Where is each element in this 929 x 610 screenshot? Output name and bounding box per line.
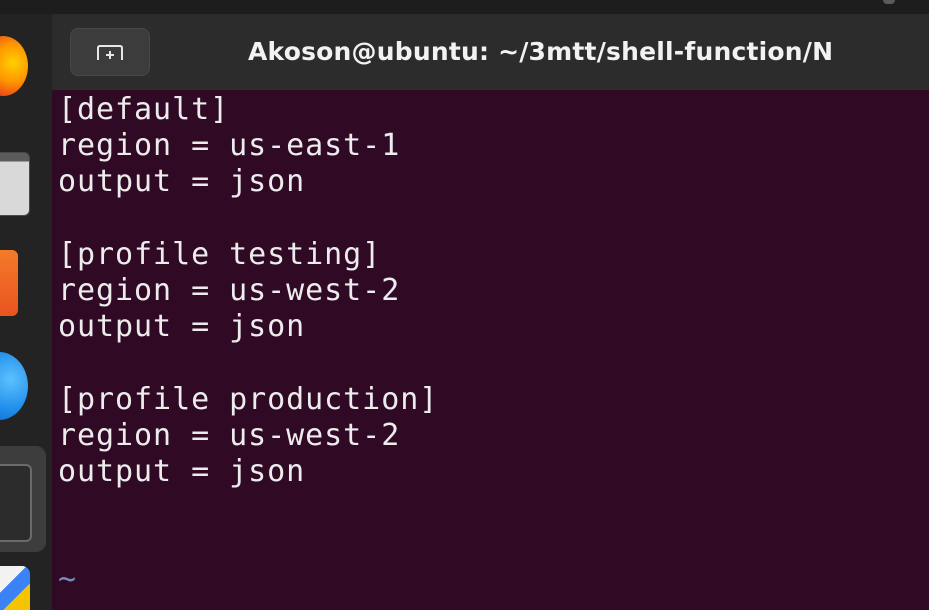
terminal-line: region = us-west-2 [58,272,401,308]
terminal-line: output = json [58,164,306,200]
new-tab-icon [97,45,123,60]
window-title: Akoson@ubuntu: ~/3mtt/shell-function/N [248,37,834,66]
desktop-screen: Akoson@ubuntu: ~/3mtt/shell-function/N [… [0,0,929,610]
firefox-icon[interactable] [0,36,28,96]
status-indicator-icon[interactable] [883,0,895,4]
dock [0,14,52,610]
terminal-line: [default] [58,92,230,127]
terminal-line: [profile testing] [58,236,382,272]
terminal-line: [profile production] [58,381,439,417]
software-icon[interactable] [0,250,18,316]
top-panel [0,0,929,14]
terminal-content[interactable]: [default] region = us-east-1 output = json… [52,90,929,610]
terminal-icon[interactable] [0,464,32,542]
terminal-line: output = json [58,453,306,489]
terminal-titlebar[interactable]: Akoson@ubuntu: ~/3mtt/shell-function/N [52,14,929,91]
terminal-line: region = us-east-1 [58,128,401,164]
vim-empty-line-tilde: ~ [58,562,78,598]
terminal-line: output = json [58,309,306,345]
terminal-line: region = us-west-2 [58,417,401,453]
terminal-lines: [default] region = us-east-1 output = json… [58,92,438,610]
vim-empty-line-tilde: ~ [58,599,438,610]
text-editor-icon[interactable] [0,566,30,610]
thunderbird-icon[interactable] [0,352,28,420]
files-icon[interactable] [0,152,30,216]
new-tab-button[interactable] [70,28,150,76]
